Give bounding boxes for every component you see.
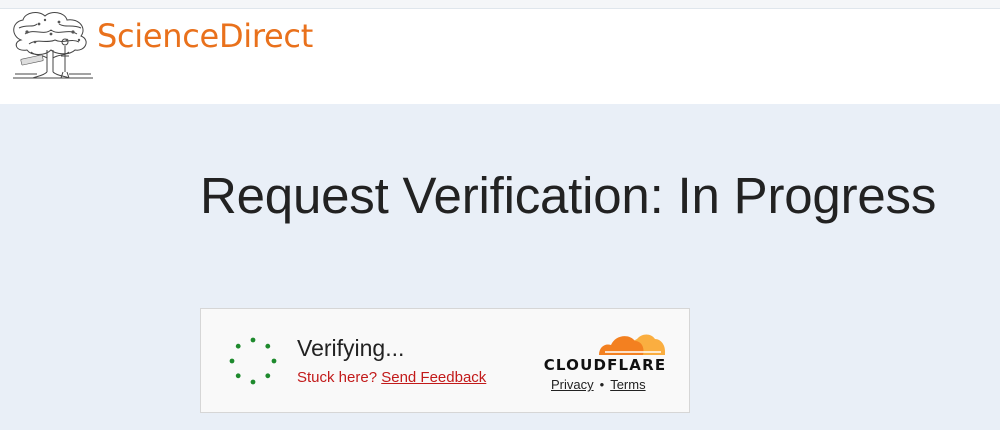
provider-links: Privacy • Terms [551, 377, 671, 392]
stuck-help: Stuck here? Send Feedback [297, 369, 486, 386]
site-header: ScienceDirect [0, 9, 1000, 104]
brand-name[interactable]: ScienceDirect [97, 17, 313, 55]
top-rule [0, 0, 1000, 9]
send-feedback-link[interactable]: Send Feedback [381, 369, 486, 386]
verifying-status: Verifying... [297, 335, 405, 361]
page-title: Request Verification: In Progress [200, 167, 937, 224]
verification-widget: Verifying... Stuck here? Send Feedback C… [200, 308, 690, 413]
terms-link[interactable]: Terms [610, 377, 645, 392]
cloudflare-wordmark: CLOUDFLARE [543, 356, 667, 374]
main-content: Request Verification: In Progress Verify… [0, 104, 1000, 430]
stuck-label: Stuck here? [297, 369, 378, 386]
link-separator: • [599, 377, 605, 392]
elsevier-tree-icon[interactable] [7, 10, 99, 80]
loading-spinner-icon [229, 337, 277, 385]
privacy-link[interactable]: Privacy [551, 377, 594, 392]
